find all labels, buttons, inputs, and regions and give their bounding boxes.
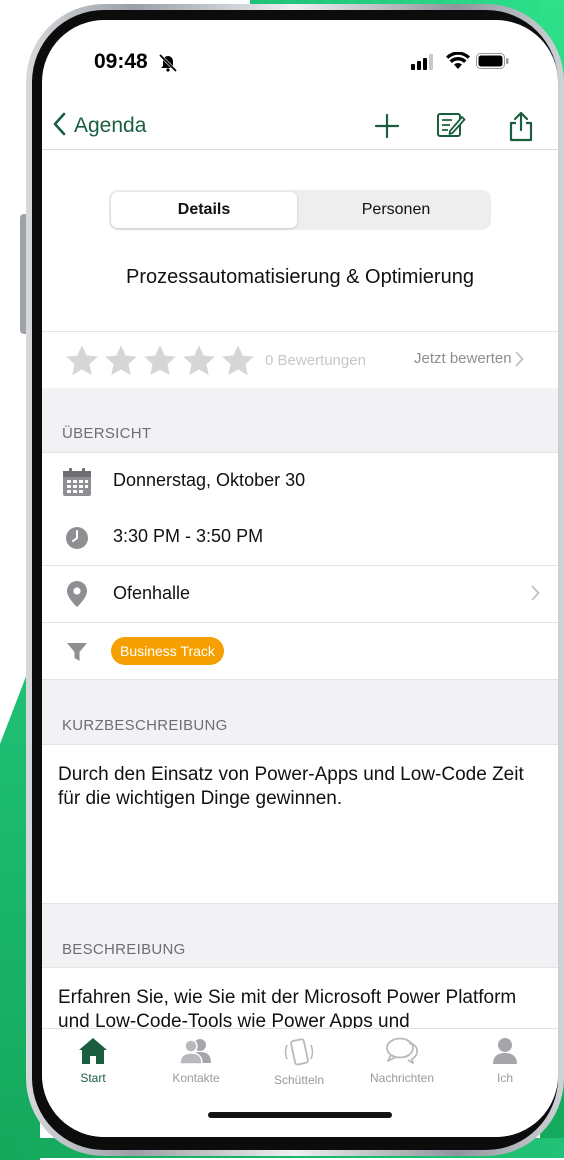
tab-bar: Start Kontakte Schütteln Nachrichten Ich bbox=[42, 1028, 558, 1137]
chevron-left-icon bbox=[52, 112, 66, 141]
tab-label: Schütteln bbox=[273, 1073, 325, 1087]
star-icon bbox=[183, 345, 215, 376]
rating-row: 0 Bewertungen Jetzt bewerten bbox=[42, 331, 558, 389]
segment-persons[interactable]: Personen bbox=[303, 192, 489, 228]
phone-screen: 09:48 Agenda Details Personen Prozessaut… bbox=[42, 20, 558, 1137]
track-badge: Business Track bbox=[111, 637, 224, 665]
track-row: Business Track bbox=[42, 623, 558, 680]
tab-messages[interactable]: Nachrichten bbox=[357, 1037, 447, 1101]
rate-now-button[interactable]: Jetzt bewerten bbox=[414, 350, 524, 367]
navigation-bar: Agenda bbox=[42, 106, 558, 150]
time-row: 3:30 PM - 3:50 PM bbox=[42, 509, 558, 566]
person-icon bbox=[493, 1038, 517, 1064]
star-icon bbox=[144, 345, 176, 376]
home-indicator bbox=[208, 1112, 392, 1118]
session-location: Ofenhalle bbox=[113, 583, 191, 603]
short-description-text: Durch den Einsatz von Power-Apps und Low… bbox=[58, 764, 524, 809]
note-edit-icon[interactable] bbox=[436, 110, 466, 145]
rating-count: 0 Bewertungen bbox=[265, 352, 366, 369]
description-text: Erfahren Sie, wie Sie mit der Microsoft … bbox=[58, 987, 517, 1028]
section-header-overview: ÜBERSICHT bbox=[42, 388, 558, 452]
chevron-right-icon bbox=[531, 585, 540, 606]
session-date: Donnerstag, Oktober 30 bbox=[113, 470, 306, 490]
section-label: KURZBESCHREIBUNG bbox=[62, 717, 228, 734]
contacts-icon bbox=[179, 1039, 211, 1065]
star-icon bbox=[66, 345, 98, 376]
session-time: 3:30 PM - 3:50 PM bbox=[113, 526, 264, 546]
section-header-short-description: KURZBESCHREIBUNG bbox=[42, 680, 558, 744]
section-header-description: BESCHREIBUNG bbox=[42, 903, 558, 968]
back-label: Agenda bbox=[74, 114, 147, 137]
chevron-right-icon bbox=[515, 351, 523, 366]
location-pin-icon bbox=[67, 581, 87, 612]
tab-label: Nachrichten bbox=[369, 1071, 435, 1085]
location-row[interactable]: Ofenhalle bbox=[42, 566, 558, 623]
tab-me[interactable]: Ich bbox=[460, 1037, 550, 1101]
bell-muted-icon bbox=[158, 52, 178, 77]
status-bar: 09:48 bbox=[42, 20, 558, 106]
segmented-control: Details Personen bbox=[109, 190, 491, 230]
chat-icon bbox=[386, 1037, 419, 1064]
rate-now-label: Jetzt bewerten bbox=[414, 350, 512, 367]
star-icon bbox=[105, 345, 137, 376]
battery-icon bbox=[476, 53, 510, 74]
tab-label: Kontakte bbox=[172, 1071, 220, 1085]
tab-shake[interactable]: Schütteln bbox=[254, 1037, 344, 1101]
calendar-icon bbox=[62, 467, 92, 502]
segment-details[interactable]: Details bbox=[111, 192, 297, 228]
section-label: ÜBERSICHT bbox=[62, 425, 152, 442]
star-icon bbox=[222, 345, 254, 376]
home-icon bbox=[79, 1038, 107, 1064]
shake-phone-icon bbox=[284, 1038, 314, 1066]
wifi-icon bbox=[446, 51, 470, 75]
clock-icon bbox=[65, 526, 89, 555]
tab-label: Start bbox=[80, 1071, 106, 1085]
back-button[interactable]: Agenda bbox=[52, 108, 146, 144]
add-icon[interactable] bbox=[374, 110, 400, 145]
status-time: 09:48 bbox=[94, 50, 148, 73]
tab-label: Ich bbox=[496, 1071, 513, 1085]
tab-contacts[interactable]: Kontakte bbox=[151, 1037, 241, 1101]
session-detail-content: Details Personen Prozessautomatisierung … bbox=[42, 150, 558, 1028]
rating-stars[interactable] bbox=[64, 343, 256, 379]
section-label: BESCHREIBUNG bbox=[62, 941, 186, 958]
short-description-block: Durch den Einsatz von Power-Apps und Low… bbox=[42, 744, 558, 903]
cell-signal-icon bbox=[411, 54, 437, 75]
share-icon[interactable] bbox=[508, 110, 534, 147]
date-row: Donnerstag, Oktober 30 bbox=[42, 452, 558, 510]
filter-icon bbox=[66, 641, 88, 668]
description-block: Erfahren Sie, wie Sie mit der Microsoft … bbox=[42, 967, 558, 1028]
session-title: Prozessautomatisierung & Optimierung bbox=[126, 266, 474, 288]
tab-start[interactable]: Start bbox=[48, 1037, 138, 1101]
